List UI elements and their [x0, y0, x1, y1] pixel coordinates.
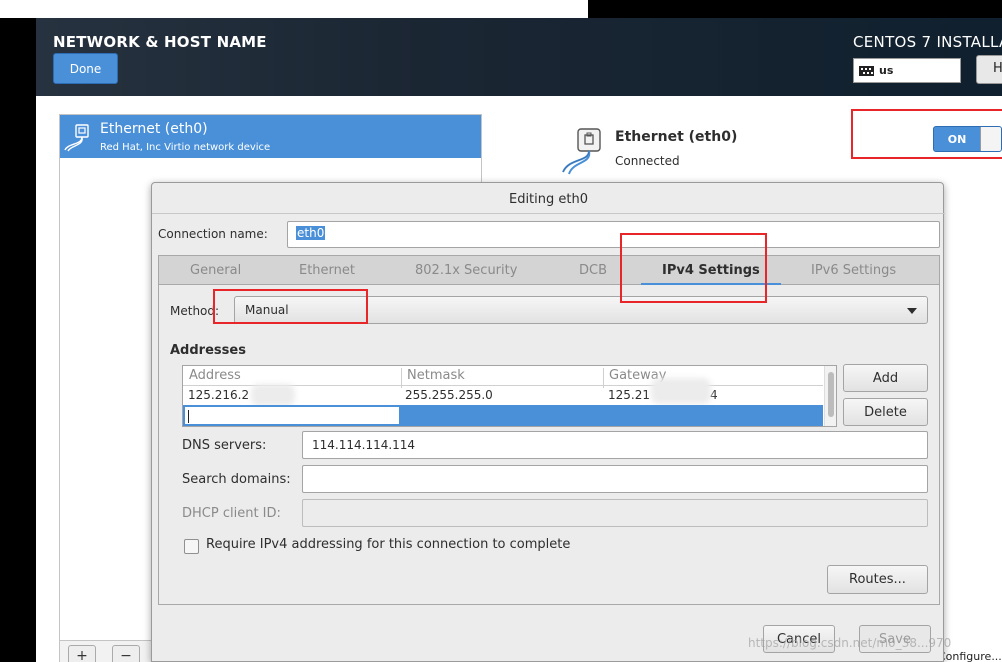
connection-name-field[interactable]: eth0 [287, 221, 940, 248]
method-value: Manual [245, 303, 289, 317]
ipv4-settings-panel: Method: Manual Addresses Address Netmask… [158, 285, 940, 605]
table-row-new[interactable] [183, 405, 823, 426]
selected-device-name: Ethernet (eth0) [615, 129, 738, 145]
header-bar: NETWORK & HOST NAME Done CENTOS 7 INSTAL… [36, 18, 1002, 96]
tab-ipv6-settings[interactable]: IPv6 Settings [811, 263, 896, 278]
installer-screen: NETWORK & HOST NAME Done CENTOS 7 INSTAL… [0, 0, 1002, 662]
tab-ethernet[interactable]: Ethernet [299, 263, 355, 278]
dhcp-client-id-label: DHCP client ID: [182, 506, 281, 521]
left-edge [0, 18, 36, 662]
tab-dcb[interactable]: DCB [579, 263, 607, 278]
gateway-cell-tail: 4 [710, 388, 718, 402]
dns-servers-field[interactable]: 114.114.114.114 [302, 431, 928, 459]
keyboard-icon [859, 65, 874, 76]
dropdown-arrow-icon [907, 308, 917, 314]
column-header-address[interactable]: Address [189, 368, 241, 383]
column-header-netmask[interactable]: Netmask [407, 368, 465, 383]
addresses-table-header: Address Netmask Gateway [183, 366, 823, 388]
redaction-blur [251, 384, 295, 406]
address-edit-field[interactable] [184, 406, 400, 425]
addresses-table: Address Netmask Gateway 125.216.2 255.25… [182, 365, 837, 427]
add-device-button[interactable]: + [68, 645, 96, 662]
address-cell[interactable]: 125.216.2 [188, 388, 249, 402]
add-address-button[interactable]: Add [843, 364, 928, 392]
redaction-blur [651, 378, 711, 404]
connection-status: Connected [615, 154, 680, 168]
method-dropdown[interactable]: Manual [234, 296, 928, 324]
ethernet-large-icon [562, 128, 601, 175]
dialog-title-divider [152, 213, 945, 214]
method-label: Method: [170, 304, 220, 318]
tab-ipv4-settings[interactable]: IPv4 Settings [662, 263, 760, 278]
require-ipv4-checkbox[interactable] [184, 539, 199, 554]
routes-button[interactable]: Routes... [827, 565, 928, 594]
column-divider [401, 368, 402, 388]
configure-button[interactable]: Configure... [938, 650, 1002, 662]
search-domains-label: Search domains: [182, 472, 291, 487]
addresses-scrollbar[interactable] [824, 366, 836, 426]
ethernet-icon [64, 124, 89, 152]
dialog-title: Editing eth0 [508, 192, 588, 207]
keyboard-layout-indicator[interactable]: us [853, 58, 961, 83]
toggle-on-label: ON [947, 132, 967, 146]
require-ipv4-label[interactable]: Require IPv4 addressing for this connect… [206, 537, 570, 552]
text-cursor [188, 410, 189, 423]
tab-general[interactable]: General [190, 263, 241, 278]
connection-name-label: Connection name: [158, 227, 268, 241]
save-button: Save [859, 625, 931, 653]
edit-connection-dialog: Editing eth0 Connection name: eth0 Gener… [151, 182, 945, 662]
column-divider [603, 368, 604, 388]
done-button[interactable]: Done [53, 53, 118, 84]
remove-device-button[interactable]: − [112, 645, 140, 662]
dhcp-client-id-field [302, 499, 928, 527]
gateway-cell[interactable]: 125.21 [608, 388, 650, 402]
addresses-heading: Addresses [170, 343, 246, 358]
top-edge [0, 0, 1002, 18]
scrollbar-thumb[interactable] [828, 372, 834, 417]
device-list-item[interactable]: Ethernet (eth0) Red Hat, Inc Virtio netw… [60, 115, 481, 158]
netmask-cell[interactable]: 255.255.255.0 [405, 388, 493, 402]
connection-name-value: eth0 [296, 226, 326, 240]
tab-8021x-security[interactable]: 802.1x Security [415, 263, 517, 278]
installer-title: CENTOS 7 INSTALLA [853, 33, 1002, 51]
settings-tab-bar: General Ethernet 802.1x Security DCB IPv… [158, 255, 940, 286]
dns-servers-label: DNS servers: [182, 438, 267, 453]
delete-address-button[interactable]: Delete [843, 398, 928, 426]
page-title: NETWORK & HOST NAME [53, 33, 267, 51]
search-domains-field[interactable] [302, 465, 928, 493]
help-button[interactable]: H [976, 55, 1002, 84]
toggle-knob[interactable] [980, 127, 1001, 151]
device-name: Ethernet (eth0) [100, 121, 208, 137]
keyboard-layout-label: us [879, 64, 894, 77]
cancel-button[interactable]: Cancel [763, 625, 835, 653]
connection-toggle[interactable]: ON [933, 126, 1002, 152]
device-description: Red Hat, Inc Virtio network device [100, 142, 271, 153]
